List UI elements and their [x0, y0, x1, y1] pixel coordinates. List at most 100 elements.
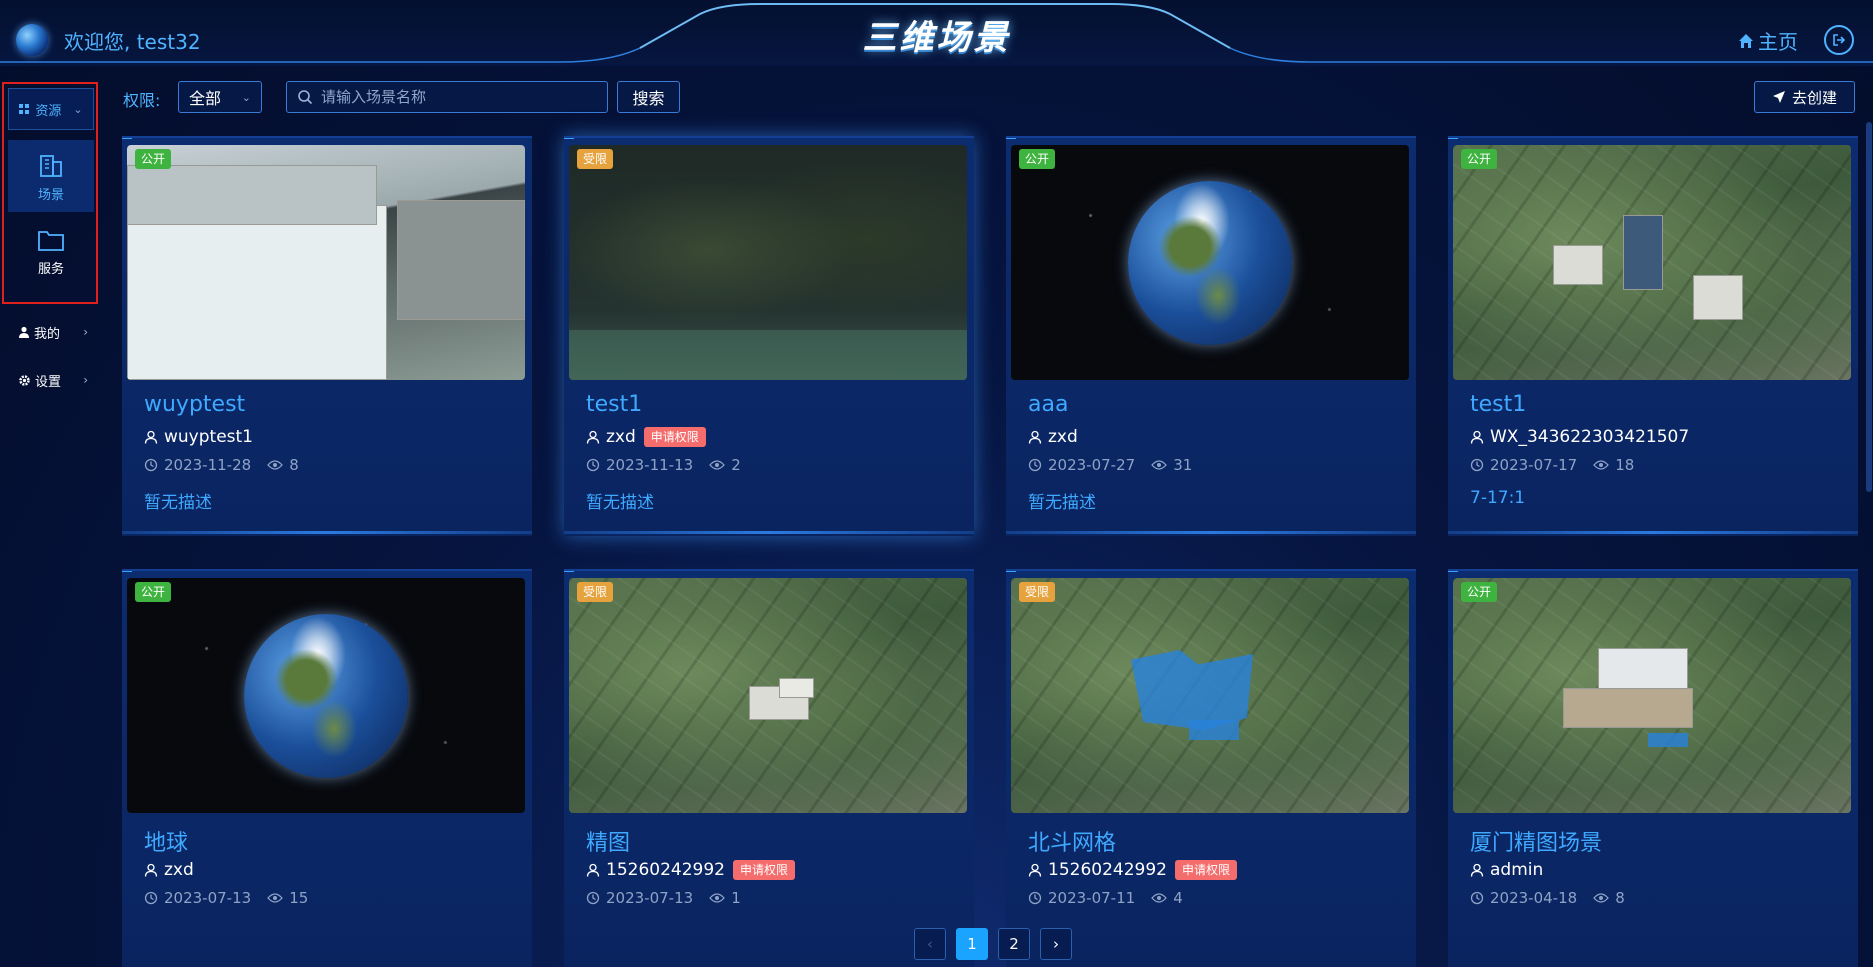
sidebar-item-label: 我的: [34, 326, 61, 342]
user-icon: [586, 863, 600, 877]
page-button-2[interactable]: 2: [998, 928, 1030, 960]
user-icon: [1028, 430, 1042, 444]
scene-owner: zxd: [144, 860, 194, 880]
chevron-right-icon: ›: [83, 325, 88, 339]
apply-permission-button[interactable]: 申请权限: [1174, 860, 1237, 880]
scene-date: 2023-11-28: [164, 456, 252, 474]
apply-permission-button[interactable]: 申请权限: [643, 427, 706, 447]
scene-date: 2023-07-11: [1048, 889, 1136, 907]
visibility-tag: 公开: [1019, 149, 1056, 169]
card-corner-accent: [1448, 571, 1458, 572]
scene-meta: 2023-07-13 15: [144, 889, 308, 907]
sidebar-item-settings[interactable]: 设置 ›: [18, 368, 88, 392]
prev-page-button[interactable]: ‹: [914, 928, 946, 960]
tower-building: [1623, 215, 1663, 290]
card-bottom-line: [122, 531, 532, 534]
scene-title: 厦门精图场景: [1470, 831, 1603, 856]
scene-title: 地球: [144, 831, 189, 856]
create-button[interactable]: 去创建: [1754, 81, 1855, 113]
permission-select[interactable]: 全部 ⌄: [178, 81, 262, 113]
eye-icon: [267, 459, 284, 471]
scene-owner: zxd 申请权限: [586, 427, 706, 447]
sidebar-item-scenes[interactable]: 场景: [8, 140, 94, 212]
folder-icon: [37, 228, 65, 252]
scene-card[interactable]: 受限 精图 15260242992 申请权限 2023-07-13 1: [564, 569, 974, 967]
scene-date: 2023-07-13: [164, 889, 252, 907]
scene-date: 2023-07-27: [1048, 456, 1136, 474]
sidebar-item-mine[interactable]: 我的 ›: [18, 320, 88, 344]
scene-title: 北斗网格: [1028, 831, 1117, 856]
card-bottom-line: [1006, 531, 1416, 534]
user-icon: [586, 430, 600, 444]
clock-icon: [1028, 458, 1042, 472]
scene-owner: 15260242992 申请权限: [1028, 860, 1237, 880]
scene-thumbnail: [1011, 145, 1409, 380]
owner-name: zxd: [606, 427, 636, 447]
eye-icon: [709, 459, 726, 471]
page-button-1[interactable]: 1: [956, 928, 988, 960]
search-button[interactable]: 搜索: [617, 81, 680, 113]
scene-meta: 2023-11-28 8: [144, 456, 299, 474]
scene-thumbnail: [569, 578, 967, 813]
grid-overlay: [1189, 720, 1239, 740]
scene-card[interactable]: 公开 地球 zxd 2023-07-13 15: [122, 569, 532, 967]
scene-card[interactable]: 受限 test1 zxd 申请权限 2023-11-13 2 暂无描述: [564, 136, 974, 536]
owner-name: 15260242992: [1048, 860, 1167, 880]
owner-name: zxd: [164, 860, 194, 880]
user-icon: [1470, 430, 1484, 444]
next-page-button[interactable]: ›: [1040, 928, 1072, 960]
resources-group: 资源 ⌄ 场景 服务: [2, 82, 98, 304]
scene-card[interactable]: 公开 aaa zxd 2023-07-27 31 暂无描述: [1006, 136, 1416, 536]
card-corner-accent: [1448, 138, 1458, 139]
resources-menu-toggle[interactable]: 资源 ⌄: [8, 88, 94, 130]
scene-owner: 15260242992 申请权限: [586, 860, 795, 880]
eye-icon: [1151, 892, 1168, 904]
scene-owner: WX_343622303421507: [1470, 427, 1689, 447]
scene-card[interactable]: 公开 test1 WX_343622303421507 2023-07-17 1…: [1448, 136, 1858, 536]
user-icon: [18, 326, 30, 338]
user-icon: [144, 863, 158, 877]
map-overlay: [569, 330, 967, 380]
user-icon: [144, 430, 158, 444]
sidebar-item-services[interactable]: 服务: [8, 216, 94, 288]
scene-card[interactable]: 受限 北斗网格 15260242992 申请权限 2023-07-11 4: [1006, 569, 1416, 967]
scene-thumbnail: [1453, 145, 1851, 380]
building-facade: [127, 205, 387, 380]
earth-globe-image: [1128, 180, 1292, 345]
clock-icon: [1028, 891, 1042, 905]
visibility-tag: 公开: [135, 149, 172, 169]
visibility-tag: 公开: [1461, 149, 1498, 169]
search-input[interactable]: [321, 88, 597, 106]
scene-description: 7-17:1: [1470, 488, 1526, 508]
plaza-block: [1563, 688, 1693, 728]
scene-views: 4: [1173, 889, 1183, 907]
user-icon: [1470, 863, 1484, 877]
visibility-tag: 受限: [577, 582, 614, 602]
apply-permission-button[interactable]: 申请权限: [732, 860, 795, 880]
scene-title: test1: [1470, 392, 1527, 417]
owner-name: WX_343622303421507: [1490, 427, 1690, 447]
scene-thumbnail: [569, 145, 967, 380]
scene-card[interactable]: 公开 wuyptest wuyptest1 2023-11-28 8 暂无描述: [122, 136, 532, 536]
scene-thumbnail: [127, 578, 525, 813]
eye-icon: [709, 892, 726, 904]
page-title: 三维场景: [862, 18, 1011, 58]
building-block: [1553, 245, 1603, 285]
permission-label: 权限:: [123, 91, 161, 110]
pagination: ‹ 1 2 ›: [914, 928, 1072, 960]
scene-thumbnail: [1453, 578, 1851, 813]
scrollbar[interactable]: [1866, 122, 1872, 492]
card-corner-accent: [564, 138, 574, 139]
scene-meta: 2023-07-13 1: [586, 889, 741, 907]
home-link[interactable]: 主页: [1738, 26, 1798, 55]
search-icon: [297, 89, 313, 105]
scene-date: 2023-07-17: [1490, 456, 1578, 474]
grid-overlay: [1648, 733, 1688, 747]
scene-card[interactable]: 公开 厦门精图场景 admin 2023-04-18 8: [1448, 569, 1858, 967]
scene-meta: 2023-07-27 31: [1028, 456, 1192, 474]
card-corner-accent: [1006, 138, 1016, 139]
scene-title: wuyptest: [144, 392, 246, 417]
scene-description: 暂无描述: [1028, 493, 1096, 513]
logout-button[interactable]: [1824, 25, 1854, 55]
scene-meta: 2023-11-13 2: [586, 456, 741, 474]
